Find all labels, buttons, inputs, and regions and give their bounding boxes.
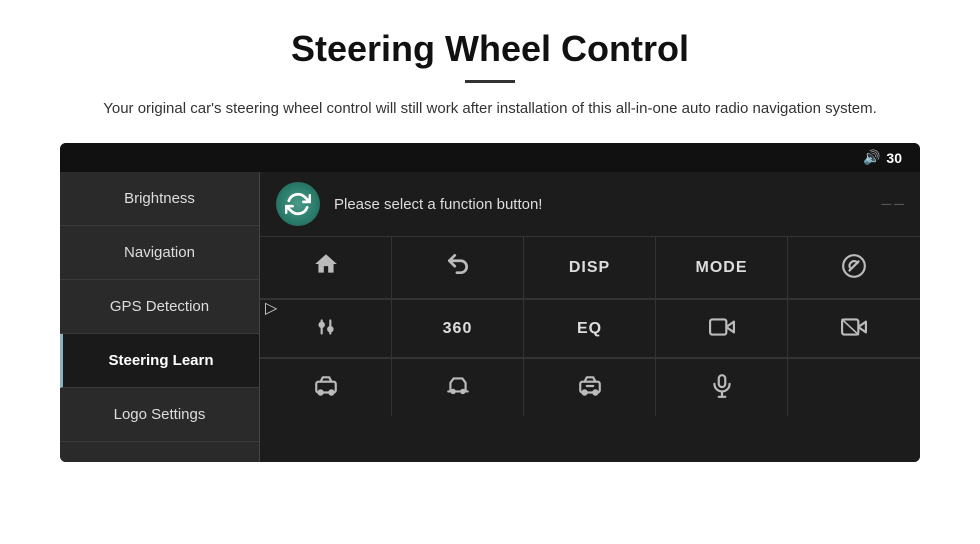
grid-cell-360[interactable]: 360: [392, 300, 524, 358]
page-wrapper: Steering Wheel Control Your original car…: [0, 0, 980, 482]
sidebar-label-gps: GPS Detection: [110, 298, 209, 315]
status-dots: — —: [881, 199, 904, 210]
volume-icon: 🔊: [863, 149, 880, 166]
disp-label: DISP: [569, 259, 610, 277]
prompt-text: Please select a function button!: [334, 196, 542, 213]
back-icon: [445, 251, 471, 284]
car-back-icon: [577, 373, 603, 402]
sidebar-item-gps[interactable]: GPS Detection: [60, 280, 259, 334]
360-label: 360: [443, 320, 473, 338]
sidebar-item-brightness[interactable]: Brightness: [60, 172, 259, 226]
car-front-icon: [313, 373, 339, 402]
sidebar-item-steering-learn[interactable]: Steering Learn: [60, 334, 259, 388]
screen-body: Brightness Navigation GPS Detection Stee…: [60, 172, 920, 462]
eq-label: EQ: [577, 320, 602, 338]
camera-icon-2: [841, 314, 867, 343]
button-row-2: 360 EQ: [260, 300, 920, 359]
grid-cell-mode[interactable]: MODE: [656, 237, 788, 299]
tuner-icon: [313, 314, 339, 343]
sidebar-item-navigation[interactable]: Navigation: [60, 226, 259, 280]
grid-cell-tuner[interactable]: [260, 300, 392, 358]
button-row-3: [260, 359, 920, 416]
grid-cell-car-side[interactable]: [392, 359, 524, 416]
top-row: — — Please select a function button!: [260, 172, 920, 237]
grid-cell-car-back[interactable]: [524, 359, 656, 416]
button-row-1: DISP MODE: [260, 237, 920, 300]
sidebar: Brightness Navigation GPS Detection Stee…: [60, 172, 260, 462]
grid-cell-car-front[interactable]: [260, 359, 392, 416]
car-side-icon: [445, 373, 471, 402]
sidebar-label-navigation: Navigation: [124, 244, 195, 261]
grid-cell-home[interactable]: [260, 237, 392, 299]
sidebar-label-brightness: Brightness: [124, 190, 195, 207]
mode-label: MODE: [696, 259, 748, 277]
page-subtitle: Your original car's steering wheel contr…: [60, 97, 920, 121]
car-screen: 🔊 30 Brightness Navigation GPS Detection…: [60, 143, 920, 462]
grid-cell-cam2[interactable]: [788, 300, 920, 358]
sidebar-item-logo[interactable]: Logo Settings: [60, 388, 259, 442]
camera-icon-1: [709, 314, 735, 343]
main-content: — — Please select a function button!: [260, 172, 920, 462]
volume-number: 30: [886, 150, 902, 166]
grid-cell-noPhone[interactable]: [788, 237, 920, 299]
grid-cell-empty: [788, 359, 920, 416]
screen-topbar: 🔊 30: [60, 143, 920, 172]
home-icon: [313, 251, 339, 284]
grid-cell-mic[interactable]: [656, 359, 788, 416]
grid-cell-disp[interactable]: DISP: [524, 237, 656, 299]
no-phone-icon: [841, 253, 867, 282]
grid-cell-back[interactable]: [392, 237, 524, 299]
grid-cell-cam1[interactable]: [656, 300, 788, 358]
sidebar-label-logo: Logo Settings: [114, 406, 206, 423]
grid-cell-eq[interactable]: EQ: [524, 300, 656, 358]
sidebar-label-steering: Steering Learn: [108, 352, 213, 369]
mic-icon: [709, 373, 735, 402]
page-title: Steering Wheel Control: [60, 28, 920, 70]
sync-icon: [276, 182, 320, 226]
title-divider: [465, 80, 515, 83]
